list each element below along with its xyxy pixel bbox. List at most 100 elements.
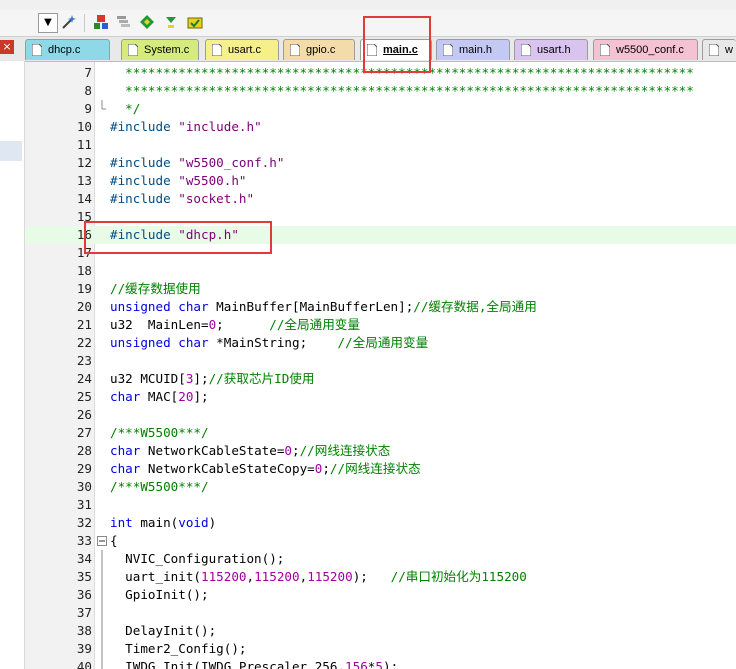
code-line: 11	[25, 136, 736, 154]
keyword: char	[110, 461, 141, 476]
tab-gpio-c[interactable]: gpio.c	[283, 39, 355, 60]
keyword: unsigned char	[110, 299, 209, 314]
code-line: 12 #include "w5500_conf.h"	[25, 154, 736, 172]
code-text: int main(void)	[110, 514, 216, 532]
annotation-box-main-c-tab	[363, 16, 431, 73]
tab-usart-h[interactable]: usart.h	[514, 39, 588, 60]
preprocessor: #include	[110, 191, 179, 206]
line-number: 38	[76, 623, 92, 638]
line-number: 13	[76, 173, 92, 188]
string-literal: "w5500.h"	[178, 173, 247, 188]
identifier: NetworkCableState=	[140, 443, 285, 458]
tab-w-partial[interactable]: w	[702, 39, 736, 60]
selected-item	[0, 141, 22, 161]
fold-guide	[97, 658, 107, 669]
line-number: 16	[76, 227, 92, 242]
code-line: 23	[25, 352, 736, 370]
code-text: {	[110, 533, 118, 548]
code-line: 30 /***W5500***/	[25, 478, 736, 496]
punct: ;	[216, 317, 270, 332]
string-literal: "include.h"	[178, 119, 262, 134]
code-line: 24 u32 MCUID[3];//获取芯片ID使用	[25, 370, 736, 388]
code-text: unsigned char *MainString; //全局通用变量	[110, 334, 428, 352]
tab-usart-c[interactable]: usart.c	[205, 39, 279, 60]
comment: //串口初始化为115200	[390, 569, 527, 584]
flash-icon[interactable]	[186, 13, 204, 31]
code-text: NVIC_Configuration();	[110, 551, 285, 566]
line-number: 34	[76, 551, 92, 566]
punct: ;	[322, 461, 330, 476]
code-line: 25 char MAC[20];	[25, 388, 736, 406]
preprocessor: #include	[110, 119, 179, 134]
code-line: 13 #include "w5500.h"	[25, 172, 736, 190]
diamond-icon[interactable]	[138, 13, 156, 31]
tab-label: System.c	[144, 44, 190, 56]
identifier: *MainString;	[208, 335, 338, 350]
comment: //网线连接状态	[299, 443, 391, 458]
code-line: 35 uart_init(115200,115200,115200); //串口…	[25, 568, 736, 586]
tab-main-h[interactable]: main.h	[436, 39, 510, 60]
identifier: NetworkCableStateCopy=	[140, 461, 315, 476]
string-literal: "socket.h"	[178, 191, 255, 206]
punct: ;	[292, 443, 300, 458]
line-number: 30	[76, 479, 92, 494]
keyword: unsigned char	[110, 335, 209, 350]
line-number: 40	[76, 659, 92, 669]
tab-label: main.h	[459, 44, 493, 56]
close-icon[interactable]: ×	[0, 40, 14, 54]
file-icon	[600, 44, 610, 56]
number: 20	[178, 389, 194, 404]
line-number: 28	[76, 443, 92, 458]
build-target-icon[interactable]	[92, 13, 110, 31]
code-line: 32 int main(void)	[25, 514, 736, 532]
code-line: 19 //缓存数据使用	[25, 280, 736, 298]
line-number: 12	[76, 155, 92, 170]
code-editor[interactable]: 7 **************************************…	[25, 62, 736, 669]
wand-icon[interactable]	[60, 13, 78, 31]
code-text: */	[110, 101, 141, 116]
number: 115200	[201, 569, 247, 584]
code-text: ****************************************…	[110, 83, 694, 98]
line-number: 20	[76, 299, 92, 314]
tab-dhcp-c[interactable]: dhcp.c	[25, 39, 110, 60]
identifier: u32 MCUID[	[110, 371, 186, 386]
code-text: char MAC[20];	[110, 388, 209, 406]
tab-system-c[interactable]: System.c	[121, 39, 199, 60]
line-number: 32	[76, 515, 92, 530]
code-text: /***W5500***/	[110, 479, 209, 494]
code-line: 33 {	[25, 532, 736, 550]
code-text: DelayInit();	[110, 623, 217, 638]
line-number: 8	[84, 83, 92, 98]
code-text: #include "w5500_conf.h"	[110, 154, 284, 172]
line-number: 18	[76, 263, 92, 278]
line-number: 21	[76, 317, 92, 332]
line-number: 15	[76, 209, 92, 224]
number: 115200	[254, 569, 300, 584]
code-text: GpioInit();	[110, 587, 209, 602]
line-number: 10	[76, 119, 92, 134]
line-number: 19	[76, 281, 92, 296]
code-text: char NetworkCableStateCopy=0;//网线连接状态	[110, 460, 421, 478]
punct: ,	[246, 569, 255, 584]
identifier: main(	[132, 515, 179, 530]
download-icon[interactable]	[162, 13, 180, 31]
comment: //全局通用变量	[269, 317, 360, 332]
fold-guide	[97, 622, 107, 640]
toolbar-separator	[84, 14, 85, 32]
code-line: 18	[25, 262, 736, 280]
file-icon	[290, 44, 300, 56]
code-line: 40 IWDG_Init(IWDG_Prescaler_256,156*5);	[25, 658, 736, 669]
line-number: 7	[84, 65, 92, 80]
code-line: 26	[25, 406, 736, 424]
dropdown-arrow-icon[interactable]: ▼	[38, 13, 58, 33]
stack-icon[interactable]	[114, 13, 132, 31]
identifier: u32 MainLen=	[110, 317, 209, 332]
tab-w5500-conf-c[interactable]: w5500_conf.c	[593, 39, 698, 60]
comment: //网线连接状态	[329, 461, 421, 476]
line-number: 17	[76, 245, 92, 260]
punct: );	[382, 659, 399, 669]
fold-toggle-icon[interactable]	[97, 532, 107, 550]
file-icon	[443, 44, 453, 56]
code-line: 28 char NetworkCableState=0;//网线连接状态	[25, 442, 736, 460]
code-line: 37	[25, 604, 736, 622]
